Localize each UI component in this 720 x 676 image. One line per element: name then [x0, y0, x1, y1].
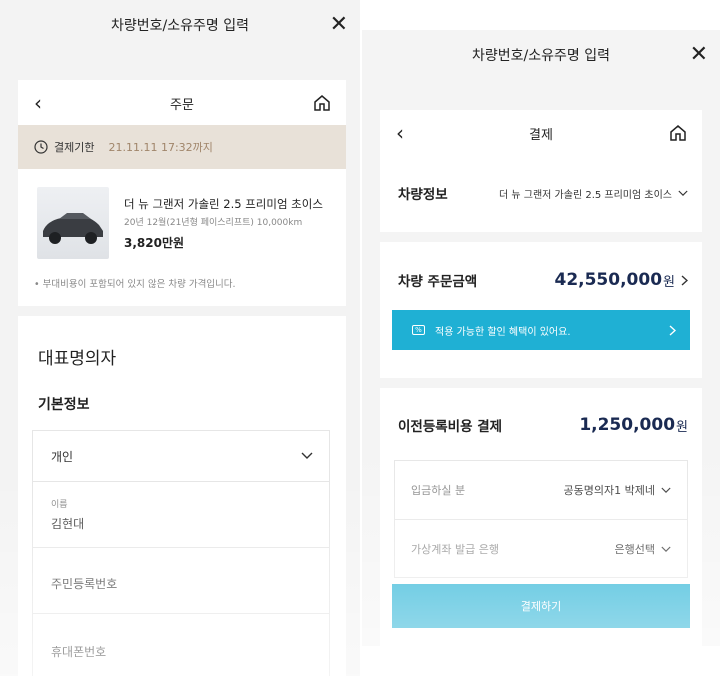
car-name: 더 뉴 그랜저 가솔린 2.5 프리미엄 초이스 — [124, 197, 323, 211]
divider — [33, 613, 329, 614]
nav-bar: ‹ 주문 — [18, 80, 346, 126]
home-icon[interactable] — [668, 123, 688, 143]
transfer-fee-value: 1,250,000 — [579, 415, 676, 435]
modal-title: 차량번호/소유주명 입력 — [111, 18, 249, 34]
vehicle-info-row[interactable]: 차량정보 더 뉴 그랜저 가솔린 2.5 프리미엄 초이스 — [398, 178, 688, 208]
order-card: ‹ 주문 결제기한 21.11.11 17:32까지 더 뉴 그랜저 가솔린 2… — [18, 80, 346, 676]
payment-deadline-bar: 결제기한 21.11.11 17:32까지 — [18, 125, 346, 169]
back-chevron-icon[interactable]: ‹ — [34, 93, 42, 113]
divider — [33, 481, 329, 482]
car-spec: 20년 12월(21년형 페이스리프트) 10,000km — [124, 218, 303, 228]
close-icon[interactable]: ✕ — [330, 14, 348, 36]
owner-type-select[interactable]: 개인 — [33, 431, 329, 481]
depositor-select[interactable]: 입금하실 분 공동명의자1 박제네 — [395, 461, 687, 519]
chevron-down-icon — [678, 190, 688, 196]
phone-number-field[interactable]: 휴대폰번호 — [51, 643, 106, 660]
left-screen: 차량번호/소유주명 입력 ✕ ‹ 주문 결제기한 21.11.11 17:32까… — [0, 0, 360, 676]
right-screen: 차량번호/소유주명 입력 ✕ ‹ 결제 차량정보 더 뉴 그랜저 가솔린 2.5… — [362, 30, 720, 646]
order-amount-label: 차량 주문금액 — [398, 274, 478, 290]
car-thumbnail — [37, 187, 109, 259]
modal-header: 차량번호/소유주명 입력 ✕ — [362, 42, 720, 68]
basic-info-form: 개인 이름 김현대 주민등록번호 휴대폰번호 — [32, 430, 330, 676]
vehicle-info-value: 더 뉴 그랜저 가솔린 2.5 프리미엄 초이스 — [499, 189, 672, 201]
discount-text: 적용 가능한 할인 혜택이 있어요. — [435, 326, 571, 338]
deadline-label: 결제기한 — [54, 141, 95, 154]
name-label: 이름 — [51, 500, 68, 510]
chevron-down-icon — [661, 546, 671, 552]
chevron-right-icon — [681, 274, 688, 286]
subsection-title: 기본정보 — [38, 397, 90, 413]
deadline-date: 21.11.11 17:32까지 — [108, 141, 213, 154]
transfer-fee-row: 이전등록비용 결제 1,250,000 원 — [398, 410, 688, 440]
chevron-down-icon — [301, 452, 313, 459]
payment-card: ‹ 결제 차량정보 더 뉴 그랜저 가솔린 2.5 프리미엄 초이스 차량 주문… — [380, 110, 702, 646]
order-amount-currency: 원 — [663, 274, 675, 290]
discount-banner[interactable]: % 적용 가능한 할인 혜택이 있어요. — [392, 310, 690, 350]
section-title: 대표명의자 — [38, 349, 117, 369]
coupon-icon: % — [412, 325, 425, 335]
resident-number-field[interactable]: 주민등록번호 — [51, 575, 117, 592]
depositor-value: 공동명의자1 박제네 — [563, 484, 655, 497]
transfer-fee-label: 이전등록비용 결제 — [398, 419, 503, 435]
order-amount-value: 42,550,000 — [554, 270, 663, 290]
nav-title: 결제 — [529, 127, 553, 143]
price-notice: • 부대비용이 포함되어 있지 않은 차량 가격입니다. — [34, 279, 236, 290]
section-divider — [380, 232, 702, 242]
owner-type-value: 개인 — [51, 449, 74, 464]
home-icon[interactable] — [312, 93, 332, 113]
divider — [33, 547, 329, 548]
car-price: 3,820만원 — [124, 236, 185, 250]
modal-header: 차량번호/소유주명 입력 ✕ — [0, 12, 360, 38]
back-chevron-icon[interactable]: ‹ — [396, 123, 404, 143]
pay-button[interactable]: 결제하기 — [392, 584, 690, 628]
nav-bar: ‹ 결제 — [380, 110, 702, 156]
section-divider — [18, 306, 346, 316]
bank-select[interactable]: 가상계좌 발급 은행 은행선택 — [395, 520, 687, 578]
order-amount-row[interactable]: 차량 주문금액 42,550,000 원 — [398, 265, 688, 295]
close-icon[interactable]: ✕ — [690, 44, 708, 66]
section-divider — [380, 378, 702, 388]
chevron-right-icon — [669, 324, 676, 336]
vehicle-info-label: 차량정보 — [398, 187, 448, 203]
transfer-fee-currency: 원 — [676, 419, 688, 435]
modal-title: 차량번호/소유주명 입력 — [472, 48, 610, 64]
nav-title: 주문 — [170, 97, 194, 113]
name-field[interactable]: 김현대 — [51, 515, 84, 532]
chevron-down-icon — [661, 487, 671, 493]
bank-value: 은행선택 — [614, 543, 655, 556]
depositor-label: 입금하실 분 — [411, 484, 466, 497]
payment-options: 입금하실 분 공동명의자1 박제네 가상계좌 발급 은행 은행선택 — [394, 460, 688, 578]
bank-label: 가상계좌 발급 은행 — [411, 543, 499, 556]
clock-icon — [34, 140, 48, 154]
